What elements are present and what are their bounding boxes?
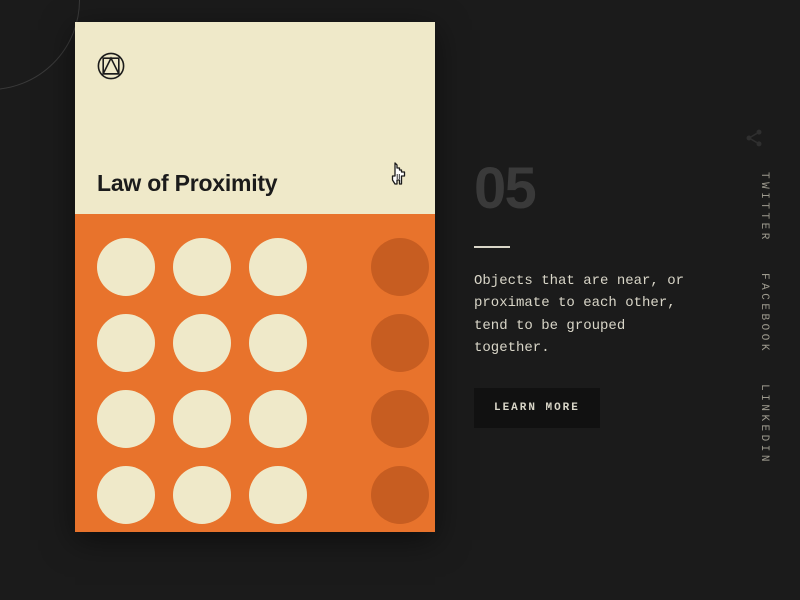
proximity-dot <box>173 314 231 372</box>
proximity-dot <box>173 466 231 524</box>
proximity-dot <box>173 238 231 296</box>
proximity-dot <box>97 238 155 296</box>
law-number: 05 <box>474 160 714 218</box>
divider <box>474 246 510 248</box>
social-link-twitter[interactable]: TWITTER <box>758 172 770 243</box>
proximity-dot-separate <box>371 390 429 448</box>
proximity-gap <box>325 314 353 372</box>
card-title: Law of Proximity <box>97 170 277 197</box>
proximity-dot-separate <box>371 466 429 524</box>
proximity-dot-separate <box>371 238 429 296</box>
card-illustration <box>75 214 435 532</box>
brand-logo-icon <box>97 52 125 80</box>
dot-grid <box>97 238 413 524</box>
proximity-dot <box>249 314 307 372</box>
proximity-dot-separate <box>371 314 429 372</box>
proximity-dot <box>173 390 231 448</box>
proximity-gap <box>325 390 353 448</box>
proximity-dot <box>249 238 307 296</box>
share-icon[interactable] <box>744 128 764 148</box>
proximity-dot <box>249 466 307 524</box>
proximity-gap <box>325 238 353 296</box>
social-link-linkedin[interactable]: LINKEDIN <box>758 384 770 465</box>
proximity-dot <box>97 314 155 372</box>
social-links: TWITTER FACEBOOK LINKEDIN <box>758 172 770 465</box>
proximity-gap <box>325 466 353 524</box>
content-panel: 05 Objects that are near, or proximate t… <box>474 160 714 428</box>
proximity-dot <box>249 390 307 448</box>
law-card: Law of Proximity <box>75 22 435 532</box>
law-description: Objects that are near, or proximate to e… <box>474 270 694 360</box>
decorative-arc <box>0 0 80 90</box>
social-link-facebook[interactable]: FACEBOOK <box>758 273 770 354</box>
proximity-dot <box>97 390 155 448</box>
pointer-cursor-icon <box>387 162 409 188</box>
learn-more-button[interactable]: LEARN MORE <box>474 388 600 428</box>
proximity-dot <box>97 466 155 524</box>
